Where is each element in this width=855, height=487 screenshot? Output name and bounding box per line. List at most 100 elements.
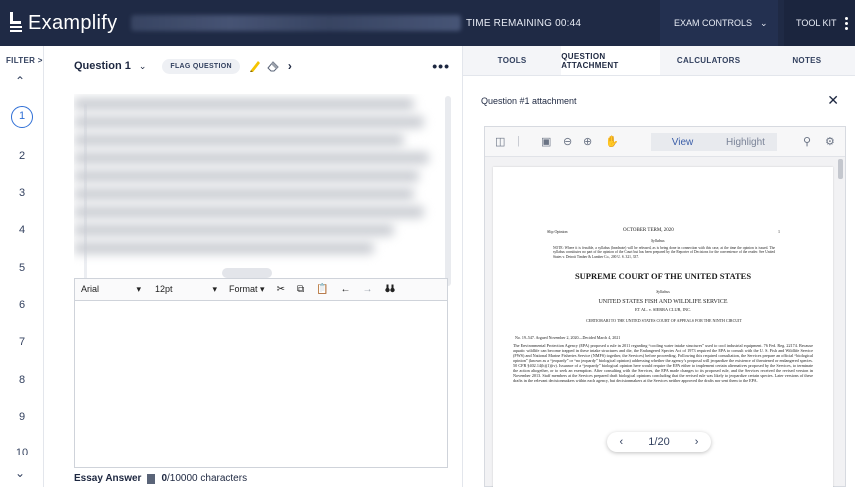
search-icon[interactable]: ⚲ bbox=[803, 135, 811, 148]
resize-handle[interactable] bbox=[222, 268, 272, 278]
font-size-select[interactable]: 12pt ▾ bbox=[155, 284, 217, 295]
previous-page-icon[interactable]: ‹ bbox=[620, 436, 624, 448]
doc-header-center: OCTOBER TERM, 2020 bbox=[623, 228, 674, 233]
question-nav-item[interactable]: 8 bbox=[0, 374, 44, 386]
eraser-icon[interactable] bbox=[266, 59, 280, 73]
doc-syllabus-label: Syllabus bbox=[651, 238, 665, 243]
question-title: Question 1 bbox=[74, 60, 131, 72]
toolkit-label: TOOL KIT bbox=[796, 18, 837, 28]
doc-case-name: UNITED STATES FISH AND WILDLIFE SERVICE bbox=[598, 299, 728, 305]
character-count: 0/10000 characters bbox=[161, 473, 247, 484]
tab-calculators[interactable]: CALCULATORS bbox=[659, 46, 758, 75]
view-mode-button[interactable]: View bbox=[651, 133, 714, 151]
chevron-down-icon[interactable]: ⌄ bbox=[15, 466, 25, 480]
font-family-value: Arial bbox=[81, 284, 100, 294]
exam-controls-button[interactable]: EXAM CONTROLS ⌄ bbox=[660, 0, 778, 46]
view-mode-toggle: View Highlight bbox=[651, 133, 777, 151]
doc-header-left: Slip Opinion bbox=[547, 229, 568, 234]
essay-answer-label: Essay Answer bbox=[74, 473, 142, 484]
fit-page-icon[interactable]: ▣ bbox=[541, 135, 551, 148]
question-nav-item[interactable]: 2 bbox=[0, 150, 44, 162]
viewer-scrollbar[interactable] bbox=[838, 159, 843, 179]
question-nav-item[interactable]: 1 bbox=[11, 106, 33, 128]
app-name: Examplify bbox=[28, 11, 118, 34]
flag-question-button[interactable]: FLAG QUESTION bbox=[162, 58, 240, 74]
essay-editor: Arial ▾ 12pt ▾ Format ▾ ✂ ⧉ 📋 ← → bbox=[74, 278, 448, 468]
undo-icon[interactable]: ← bbox=[341, 284, 351, 295]
toolkit-button[interactable]: TOOL KIT bbox=[784, 0, 855, 46]
question-nav-item[interactable]: 9 bbox=[0, 411, 44, 423]
sidebar-toggle-icon[interactable]: ◫ bbox=[495, 135, 505, 148]
question-nav-item[interactable]: 4 bbox=[0, 224, 44, 236]
close-icon[interactable]: ✕ bbox=[827, 92, 839, 109]
editor-toolbar: Arial ▾ 12pt ▾ Format ▾ ✂ ⧉ 📋 ← → bbox=[75, 279, 447, 301]
pdf-viewer: ◫ | ▣ ⊖ ⊕ ✋ View Highlight ⚲ ⚙ Slip Opin… bbox=[484, 126, 846, 487]
question-scrollbar[interactable] bbox=[445, 96, 451, 286]
question-nav-item[interactable]: 6 bbox=[0, 299, 44, 311]
doc-syllabus-label-2: Syllabus bbox=[656, 289, 670, 294]
app-logo: Examplify bbox=[0, 0, 117, 46]
examplify-logo-icon bbox=[8, 10, 24, 36]
tab-tools[interactable]: TOOLS bbox=[463, 46, 562, 75]
font-family-select[interactable]: Arial ▾ bbox=[81, 284, 141, 295]
dropdown-arrow-icon: ▾ bbox=[212, 284, 217, 294]
page-navigator: ‹ 1/20 › bbox=[607, 432, 711, 452]
highlighter-icon[interactable] bbox=[248, 59, 262, 73]
chevron-up-icon[interactable]: ⌃ bbox=[15, 74, 25, 88]
time-remaining: TIME REMAINING 00:44 bbox=[466, 17, 582, 29]
doc-court-title: SUPREME COURT OF THE UNITED STATES bbox=[574, 271, 752, 281]
zoom-in-icon[interactable]: ⊕ bbox=[583, 135, 592, 148]
format-label: Format bbox=[229, 284, 258, 294]
next-page-icon[interactable]: › bbox=[695, 436, 699, 448]
viewer-toolbar: ◫ | ▣ ⊖ ⊕ ✋ View Highlight ⚲ ⚙ bbox=[485, 127, 845, 157]
character-limit: /10000 characters bbox=[167, 473, 248, 484]
pan-hand-icon[interactable]: ✋ bbox=[605, 135, 619, 148]
doc-body: The Environmental Protection Agency (EPA… bbox=[513, 343, 813, 383]
exam-controls-label: EXAM CONTROLS bbox=[674, 18, 753, 28]
dropdown-arrow-icon: ▾ bbox=[260, 284, 265, 294]
tools-tab-bar: TOOLS QUESTION ATTACHMENT CALCULATORS NO… bbox=[463, 46, 855, 76]
tools-panel: TOOLS QUESTION ATTACHMENT CALCULATORS NO… bbox=[462, 46, 855, 487]
highlight-mode-button[interactable]: Highlight bbox=[714, 133, 777, 151]
question-nav-item[interactable]: 10 bbox=[0, 447, 44, 455]
essay-footer: Essay Answer 0/10000 characters bbox=[74, 473, 247, 484]
dropdown-arrow-icon: ▾ bbox=[136, 284, 141, 294]
doc-case-sub: ET AL. v. SIERRA CLUB, INC. bbox=[634, 307, 692, 312]
chevron-down-icon: ⌄ bbox=[760, 17, 768, 28]
find-binoculars-icon[interactable] bbox=[384, 284, 395, 296]
document-icon bbox=[147, 473, 156, 484]
document-page: Slip Opinion OCTOBER TERM, 2020 1 Syllab… bbox=[493, 167, 833, 487]
doc-header-right: 1 bbox=[778, 229, 780, 234]
top-bar: Examplify TIME REMAINING 00:44 EXAM CONT… bbox=[0, 0, 855, 46]
paste-icon[interactable]: 📋 bbox=[316, 284, 328, 295]
question-header: Question 1 ⌄ FLAG QUESTION › bbox=[44, 46, 462, 86]
redo-icon[interactable]: → bbox=[363, 284, 373, 295]
cut-icon[interactable]: ✂ bbox=[277, 284, 285, 295]
tab-notes[interactable]: NOTES bbox=[757, 46, 855, 75]
more-options-icon[interactable]: ••• bbox=[432, 58, 450, 74]
settings-gear-icon[interactable]: ⚙ bbox=[825, 135, 835, 148]
attachment-title: Question #1 attachment bbox=[481, 96, 577, 106]
question-navigator: FILTER > ⌃ 1 2 3 4 5 6 7 8 9 10 ⌄ bbox=[0, 46, 44, 487]
tab-question-attachment[interactable]: QUESTION ATTACHMENT bbox=[561, 46, 660, 75]
essay-text-area[interactable] bbox=[75, 301, 447, 467]
next-question-icon[interactable]: › bbox=[288, 59, 292, 73]
toolbar-divider: | bbox=[517, 135, 520, 147]
kebab-menu-icon bbox=[844, 16, 848, 30]
exam-title-redacted bbox=[131, 15, 462, 31]
doc-certiorari: CERTIORARI TO THE UNITED STATES COURT OF… bbox=[586, 318, 742, 323]
chevron-down-icon[interactable]: ⌄ bbox=[139, 61, 147, 72]
question-panel: Question 1 ⌄ FLAG QUESTION › ••• Arial ▾… bbox=[44, 46, 462, 487]
filter-button[interactable]: FILTER > bbox=[6, 56, 43, 65]
question-text-redacted bbox=[74, 94, 448, 270]
question-nav-item[interactable]: 7 bbox=[0, 336, 44, 348]
font-size-value: 12pt bbox=[155, 284, 173, 294]
doc-docket: No. 19–547. Argued November 2, 2020—Deci… bbox=[515, 335, 621, 340]
format-menu[interactable]: Format ▾ bbox=[229, 284, 265, 295]
question-nav-item[interactable]: 3 bbox=[0, 187, 44, 199]
zoom-out-icon[interactable]: ⊖ bbox=[563, 135, 572, 148]
page-indicator: 1/20 bbox=[648, 436, 670, 448]
copy-icon[interactable]: ⧉ bbox=[297, 284, 304, 295]
question-nav-item[interactable]: 5 bbox=[0, 262, 44, 274]
exam-app: Examplify TIME REMAINING 00:44 EXAM CONT… bbox=[0, 0, 855, 487]
